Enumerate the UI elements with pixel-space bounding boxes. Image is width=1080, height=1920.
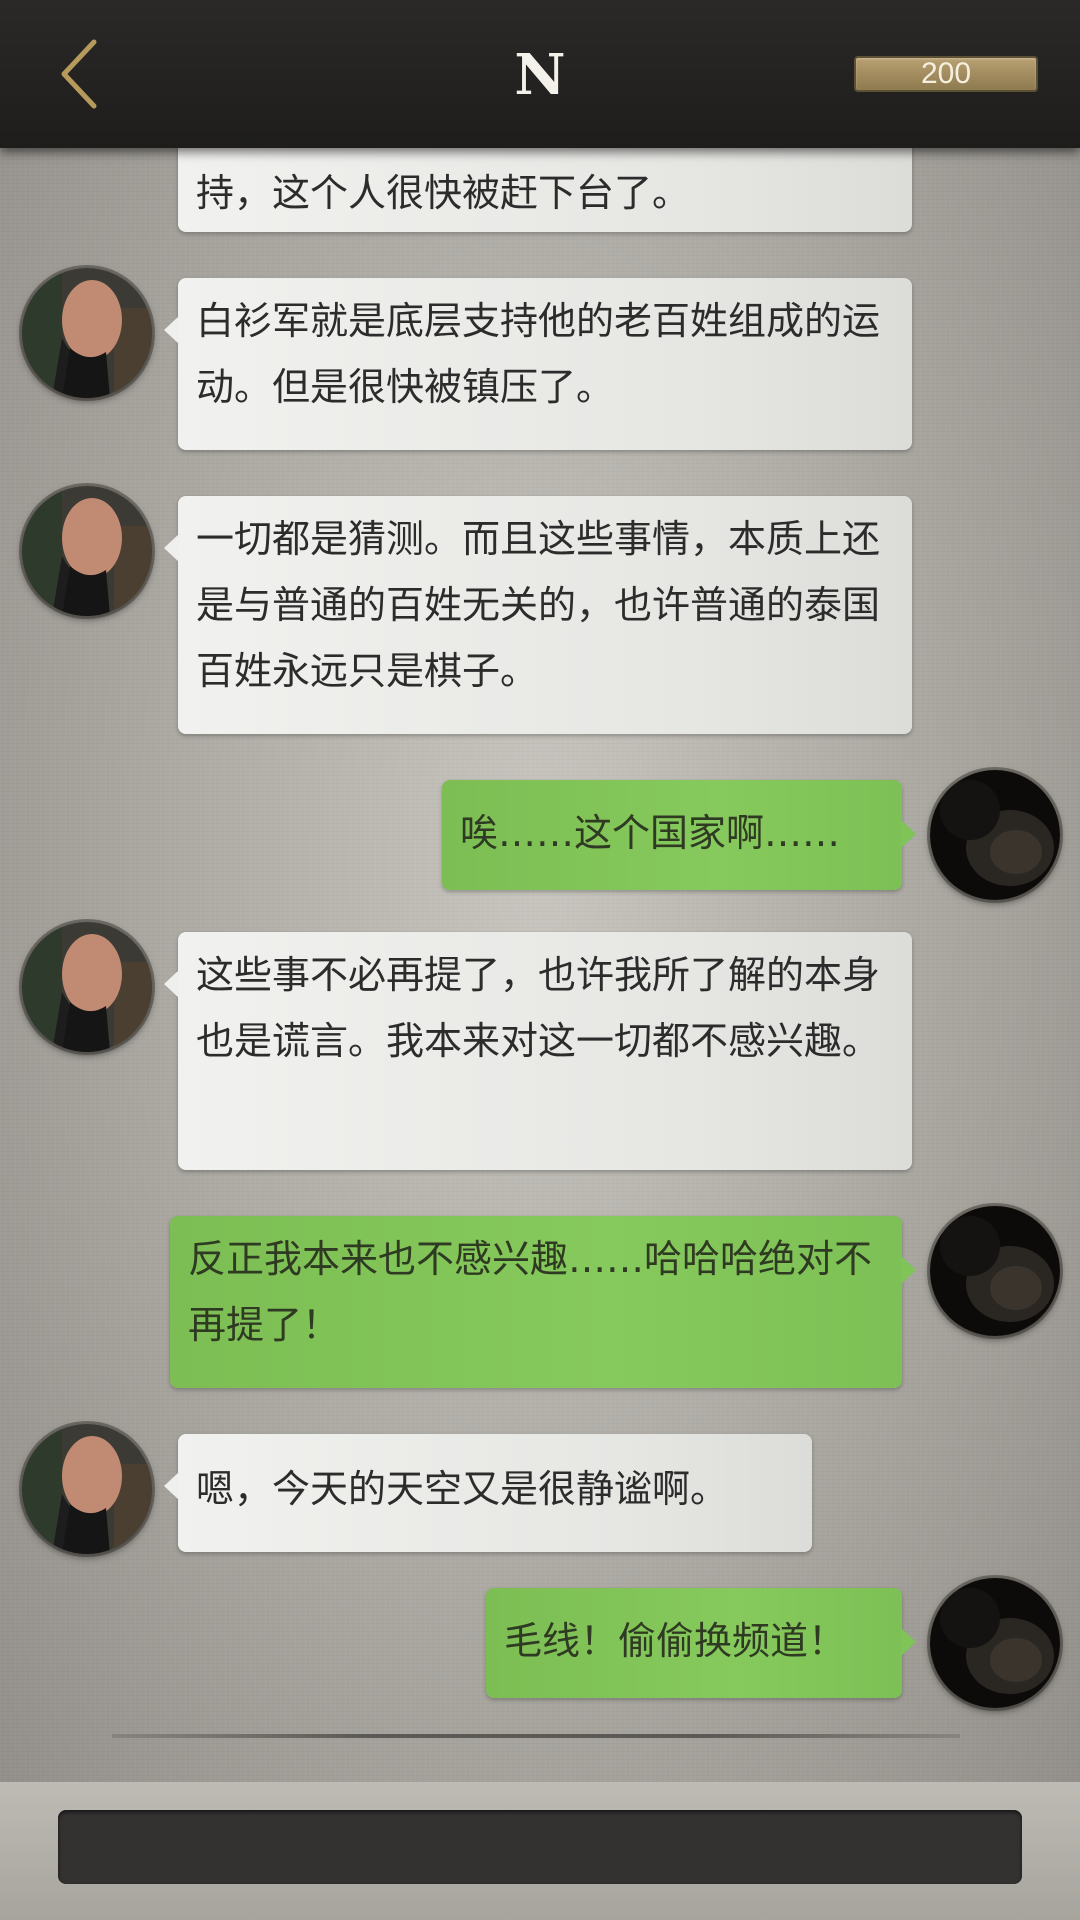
message-text: 白衫军就是底层支持他的老百姓组成的运动。但是很快被镇压了。 [196, 299, 881, 409]
message-text: 这些事不必再提了，也许我所了解的本身也是谎言。我本来对这一切都不感兴趣。 [196, 953, 881, 1063]
message-text: 嗯，今天的天空又是很静谧啊。 [196, 1467, 729, 1511]
coin-balance-badge: 200 [854, 56, 1038, 92]
contact-avatar[interactable] [22, 268, 152, 398]
incoming-message-bubble: 一切都是猜测。而且这些事情，本质上还是与普通的百姓无关的，也许普通的泰国百姓永远… [164, 496, 912, 734]
message-text: 反正我本来也不感兴趣……哈哈哈绝对不再提了！ [188, 1237, 873, 1347]
message-text: 毛线！偷偷换频道！ [504, 1619, 847, 1663]
dark-cat-avatar-icon [930, 1578, 1060, 1708]
bubble-tail [164, 534, 179, 562]
bubble-tail [901, 1256, 916, 1284]
top-bar: N 200 [0, 0, 1080, 148]
outgoing-message-bubble: 唉……这个国家啊…… [442, 780, 916, 890]
bubble-tail [901, 820, 916, 848]
user-avatar[interactable] [930, 770, 1060, 900]
man-portrait-avatar-icon [22, 1424, 152, 1554]
man-portrait-avatar-icon [22, 486, 152, 616]
message-text: 一切都是猜测。而且这些事情，本质上还是与普通的百姓无关的，也许普通的泰国百姓永远… [196, 517, 881, 693]
bubble-tail [164, 1472, 179, 1500]
user-avatar[interactable] [930, 1206, 1060, 1336]
contact-avatar[interactable] [22, 486, 152, 616]
contact-avatar[interactable] [22, 922, 152, 1052]
message-text: 持，这个人很快被赶下台了。 [196, 171, 691, 215]
dark-cat-avatar-icon [930, 770, 1060, 900]
incoming-message-bubble: 嗯，今天的天空又是很静谧啊。 [164, 1434, 812, 1552]
message-text: 唉……这个国家啊…… [460, 811, 841, 855]
bubble-tail [164, 316, 179, 344]
incoming-message-bubble: 这些事不必再提了，也许我所了解的本身也是谎言。我本来对这一切都不感兴趣。 [164, 932, 912, 1170]
contact-avatar[interactable] [22, 1424, 152, 1554]
outgoing-message-bubble: 反正我本来也不感兴趣……哈哈哈绝对不再提了！ [170, 1216, 916, 1388]
bubble-tail [901, 1628, 916, 1656]
reply-input-bar[interactable] [58, 1810, 1022, 1884]
chat-divider [112, 1734, 960, 1738]
bubble-tail [164, 970, 179, 998]
man-portrait-avatar-icon [22, 268, 152, 398]
man-portrait-avatar-icon [22, 922, 152, 1052]
incoming-message-bubble: 白衫军就是底层支持他的老百姓组成的运动。但是很快被镇压了。 [164, 278, 912, 450]
user-avatar[interactable] [930, 1578, 1060, 1708]
outgoing-message-bubble: 毛线！偷偷换频道！ [486, 1588, 916, 1698]
dark-cat-avatar-icon [930, 1206, 1060, 1336]
